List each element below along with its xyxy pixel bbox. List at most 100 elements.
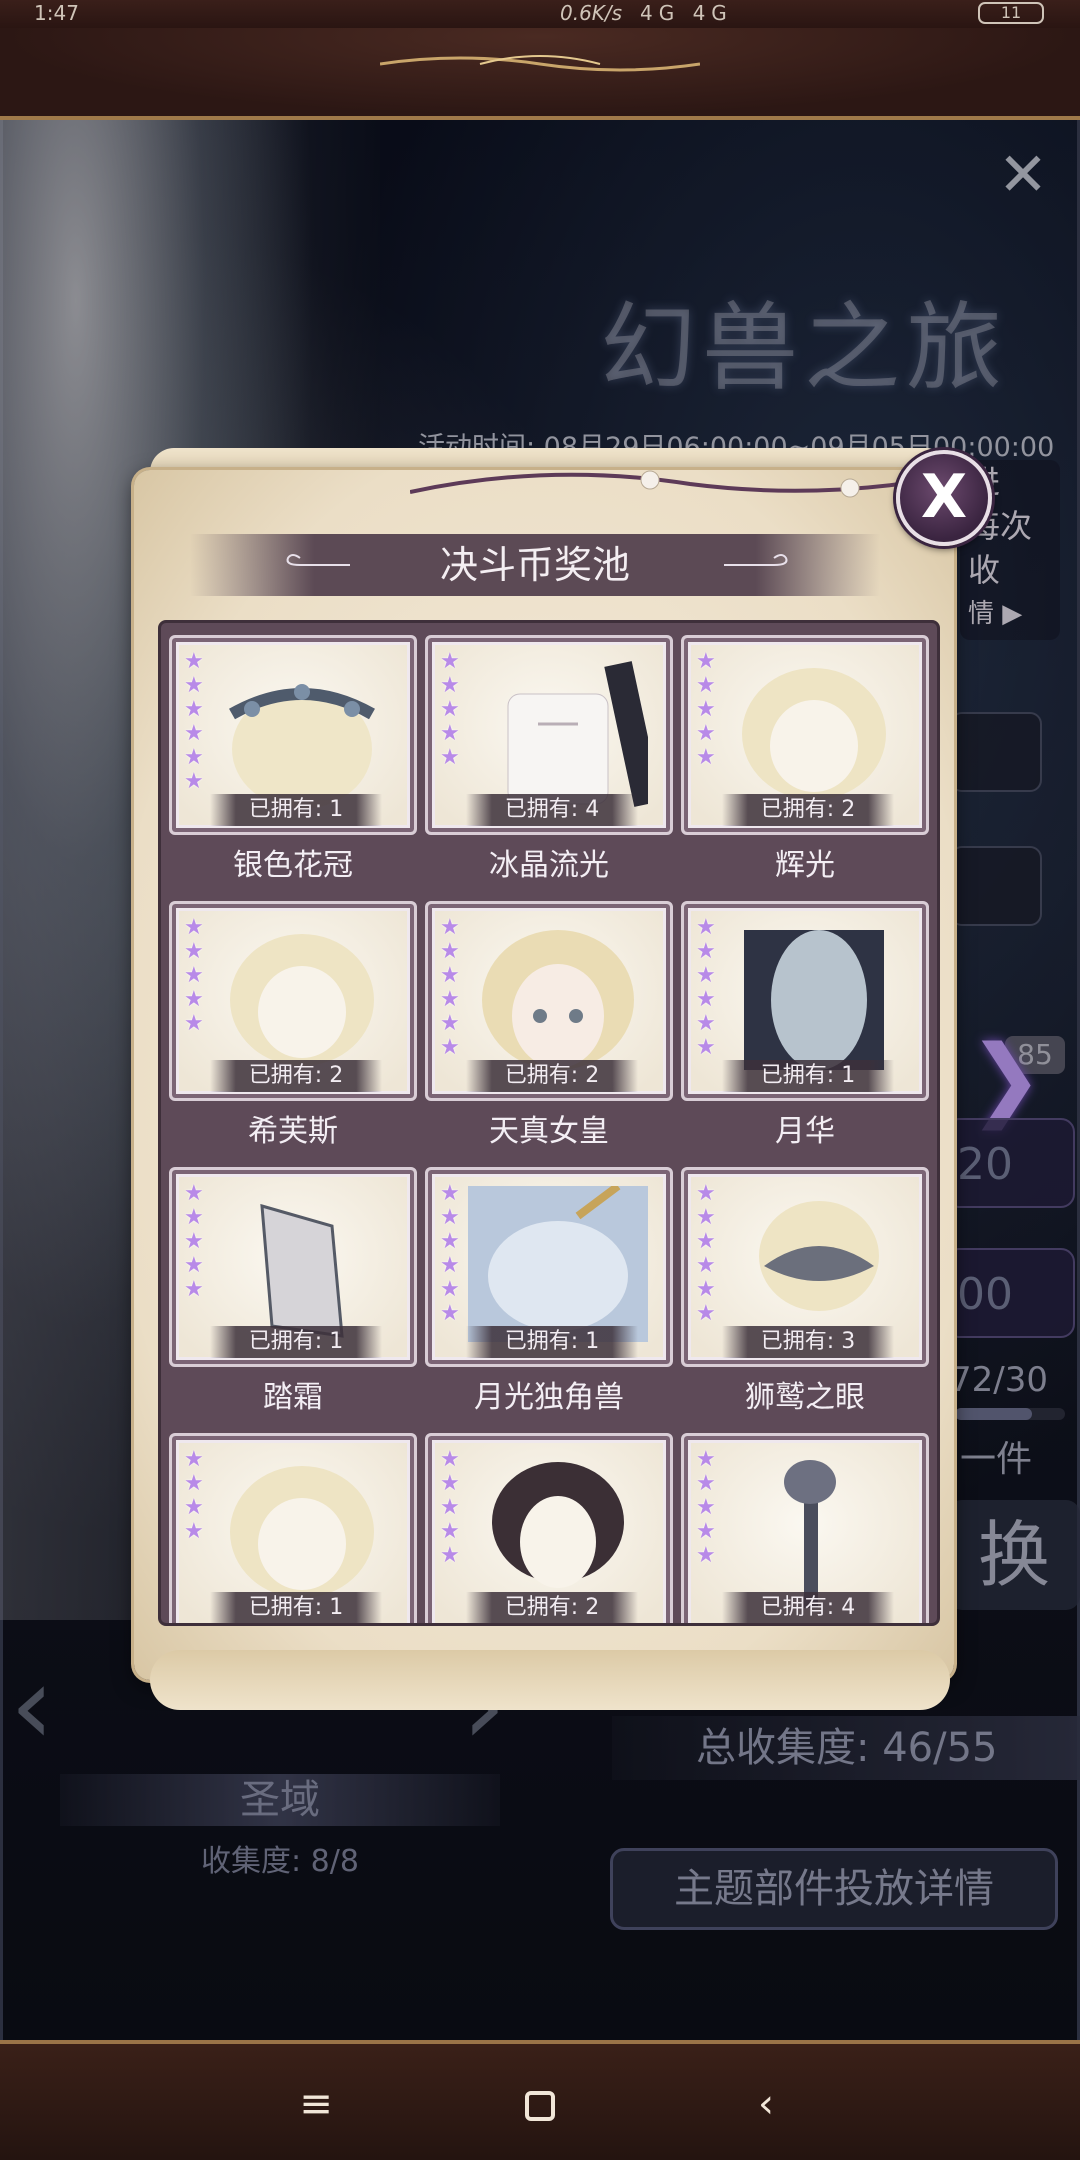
item-name: 月光独角兽 [474,1380,624,1415]
star-icon: ★ [440,1543,460,1568]
item-thumbnail[interactable]: ★ ★ ★ ★ ★ ★ 已拥有: 2 [425,901,673,1101]
home-icon[interactable] [510,2074,570,2134]
rarity-stars: ★ ★ ★ ★ ★ ★ [184,650,208,794]
item-grid: ★ ★ ★ ★ ★ ★ 已拥有: 1 银色花冠 ★ ★ ★ ★ ★ 已拥有: 4 冰晶流光 ★ ★ ★ ★ ★ 已拥有:… [169,635,929,1623]
face-item-icon [482,930,634,1070]
star-icon: ★ [440,1277,460,1302]
star-icon: ★ [696,745,716,770]
item-thumbnail[interactable]: ★ ★ ★ ★ ★ 已拥有: 2 [169,901,417,1101]
mask-item-icon [759,1201,879,1311]
unicorn-item-icon [468,1186,648,1342]
item-card[interactable]: ★ ★ ★ ★ ★ ★ 已拥有: 2 天真女皇 [425,901,673,1167]
network-signal-icon: 4G 4G [640,1,733,25]
item-card[interactable]: ★ ★ ★ ★ ★ 已拥有: 4 [681,1433,929,1623]
owned-count: 已拥有: 2 [722,794,894,826]
item-card[interactable]: ★ ★ ★ ★ ★ ★ 已拥有: 1 银色花冠 [169,635,417,901]
item-card[interactable]: ★ ★ ★ ★ ★ 已拥有: 2 辉光 [681,635,929,901]
star-icon: ★ [696,1471,716,1496]
item-card[interactable]: ★ ★ ★ ★ ★ ★ 已拥有: 1 月华 [681,901,929,1167]
dress-item-icon [507,661,648,807]
item-name: 天真女皇 [489,1114,609,1149]
item-card[interactable]: ★ ★ ★ ★ 已拥有: 1 [169,1433,417,1623]
star-icon: ★ [440,963,460,988]
star-icon: ★ [184,915,204,940]
modal-close-button[interactable]: X [896,450,992,546]
star-icon: ★ [440,939,460,964]
star-icon: ★ [184,769,204,794]
star-icon: ★ [440,1181,460,1206]
hair-item-icon [230,934,374,1066]
star-icon: ★ [184,673,204,698]
owned-count: 已拥有: 1 [210,1326,382,1358]
item-card[interactable]: ★ ★ ★ ★ ★ 已拥有: 2 [425,1433,673,1623]
shoe-item-icon [260,1203,344,1338]
star-icon: ★ [696,697,716,722]
rarity-stars: ★ ★ ★ ★ ★ ★ [440,1182,464,1326]
star-icon: ★ [184,939,204,964]
rarity-stars: ★ ★ ★ ★ ★ ★ [696,1182,720,1326]
item-grid-panel[interactable]: ★ ★ ★ ★ ★ ★ 已拥有: 1 银色花冠 ★ ★ ★ ★ ★ 已拥有: 4 冰晶流光 ★ ★ ★ ★ ★ 已拥有:… [158,620,940,1626]
rarity-stars: ★ ★ ★ ★ ★ [184,916,208,1036]
star-icon: ★ [696,963,716,988]
rarity-stars: ★ ★ ★ ★ ★ [440,1448,464,1568]
rarity-stars: ★ ★ ★ ★ ★ ★ [696,916,720,1060]
item-thumbnail[interactable]: ★ ★ ★ ★ ★ ★ 已拥有: 3 [681,1167,929,1367]
rarity-stars: ★ ★ ★ ★ [184,1448,208,1544]
star-icon: ★ [440,1011,460,1036]
item-name: 月华 [775,1114,835,1149]
star-icon: ★ [696,721,716,746]
item-card[interactable]: ★ ★ ★ ★ ★ 已拥有: 4 冰晶流光 [425,635,673,901]
star-icon: ★ [184,745,204,770]
star-icon: ★ [440,1229,460,1254]
gold-ornament-icon [380,55,700,72]
star-icon: ★ [184,721,204,746]
star-icon: ★ [440,1447,460,1472]
star-icon: ★ [696,1301,716,1326]
crown-item-icon [229,684,375,809]
star-icon: ★ [184,1495,204,1520]
star-icon: ★ [184,1519,204,1544]
owned-count: 已拥有: 2 [466,1592,638,1623]
star-icon: ★ [184,1205,204,1230]
staff-item-icon [784,1460,836,1608]
owned-count: 已拥有: 1 [210,1592,382,1623]
item-card[interactable]: ★ ★ ★ ★ ★ ★ 已拥有: 1 月光独角兽 [425,1167,673,1433]
item-thumbnail[interactable]: ★ ★ ★ ★ 已拥有: 1 [169,1433,417,1623]
item-thumbnail[interactable]: ★ ★ ★ ★ ★ ★ 已拥有: 1 [425,1167,673,1367]
hair-item-icon [742,668,886,800]
rarity-stars: ★ ★ ★ ★ ★ ★ [440,916,464,1060]
rarity-stars: ★ ★ ★ ★ ★ [696,650,720,770]
owned-count: 已拥有: 4 [466,794,638,826]
menu-icon[interactable]: ≡ [286,2074,346,2134]
item-card[interactable]: ★ ★ ★ ★ ★ 已拥有: 1 踏霜 [169,1167,417,1433]
star-icon: ★ [696,987,716,1012]
star-icon: ★ [440,987,460,1012]
item-thumbnail[interactable]: ★ ★ ★ ★ ★ 已拥有: 4 [425,635,673,835]
item-card[interactable]: ★ ★ ★ ★ ★ 已拥有: 2 希芙斯 [169,901,417,1167]
item-name: 踏霜 [263,1380,323,1415]
darkhair-item-icon [492,1462,624,1588]
owned-count: 已拥有: 4 [722,1592,894,1623]
status-time: 1:47 [34,1,79,25]
star-icon: ★ [696,649,716,674]
back-icon[interactable]: ‹ [736,2074,796,2134]
star-icon: ★ [440,745,460,770]
owned-count: 已拥有: 2 [466,1060,638,1092]
star-icon: ★ [440,915,460,940]
home-square [525,2091,555,2121]
item-thumbnail[interactable]: ★ ★ ★ ★ ★ ★ 已拥有: 1 [681,901,929,1101]
item-card[interactable]: ★ ★ ★ ★ ★ ★ 已拥有: 3 狮鹫之眼 [681,1167,929,1433]
item-thumbnail[interactable]: ★ ★ ★ ★ ★ 已拥有: 2 [681,635,929,835]
item-thumbnail[interactable]: ★ ★ ★ ★ ★ 已拥有: 1 [169,1167,417,1367]
star-icon: ★ [184,1277,204,1302]
item-thumbnail[interactable]: ★ ★ ★ ★ ★ 已拥有: 2 [425,1433,673,1623]
star-icon: ★ [440,1301,460,1326]
network-speed: 0.6K/s [560,1,623,25]
battery-icon: 11 [978,2,1044,24]
star-icon: ★ [440,1253,460,1278]
item-thumbnail[interactable]: ★ ★ ★ ★ ★ 已拥有: 4 [681,1433,929,1623]
star-icon: ★ [696,1495,716,1520]
star-icon: ★ [696,1253,716,1278]
item-thumbnail[interactable]: ★ ★ ★ ★ ★ ★ 已拥有: 1 [169,635,417,835]
star-icon: ★ [440,1471,460,1496]
